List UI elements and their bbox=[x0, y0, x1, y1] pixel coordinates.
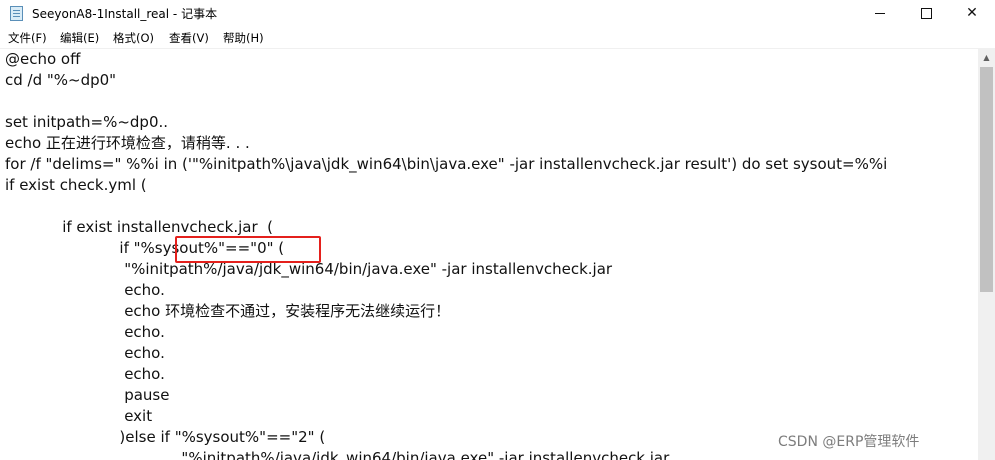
text-editor[interactable]: @echo off cd /d "%~dp0" set initpath=%~d… bbox=[0, 49, 978, 460]
code-line: "%initpath%/java/jdk_win64/bin/java.exe"… bbox=[5, 449, 670, 460]
code-line: echo 环境检查不通过，安装程序无法继续运行！ bbox=[5, 302, 451, 320]
maximize-button[interactable] bbox=[903, 0, 949, 27]
code-line: if exist installenvcheck.jar ( bbox=[5, 218, 274, 236]
code-line: cd /d "%~dp0" bbox=[5, 71, 117, 89]
highlight-box bbox=[175, 236, 321, 263]
code-line: echo. bbox=[5, 281, 165, 299]
scroll-up-arrow-icon[interactable]: ▲ bbox=[978, 49, 995, 66]
watermark: CSDN @ERP管理软件 bbox=[778, 431, 920, 451]
menu-edit[interactable]: 编辑(E) bbox=[60, 30, 99, 46]
menu-help[interactable]: 帮助(H) bbox=[223, 30, 264, 46]
notepad-icon[interactable] bbox=[10, 6, 23, 21]
window-title: SeeyonA8-1Install_real - 记事本 bbox=[32, 7, 218, 21]
code-line: )else if "%sysout%"=="2" ( bbox=[5, 428, 326, 446]
code-line: echo. bbox=[5, 323, 165, 341]
close-icon: ✕ bbox=[966, 5, 978, 21]
menu-view[interactable]: 查看(V) bbox=[169, 30, 209, 46]
menu-bar: 文件(F) 编辑(E) 格式(O) 查看(V) 帮助(H) bbox=[0, 27, 995, 48]
code-line: set initpath=%~dp0.. bbox=[5, 113, 169, 131]
code-line: pause bbox=[5, 386, 170, 404]
code-line: echo. bbox=[5, 344, 165, 362]
menu-format[interactable]: 格式(O) bbox=[113, 30, 154, 46]
code-line: exit bbox=[5, 407, 153, 425]
close-button[interactable]: ✕ bbox=[949, 0, 995, 27]
menu-file[interactable]: 文件(F) bbox=[8, 30, 47, 46]
code-line: echo 正在进行环境检查，请稍等. . . bbox=[5, 134, 250, 152]
code-line: @echo off bbox=[5, 50, 81, 68]
minimize-button[interactable] bbox=[857, 0, 903, 27]
title-bar: SeeyonA8-1Install_real - 记事本 ✕ bbox=[0, 0, 995, 27]
code-line: if exist check.yml ( bbox=[5, 176, 147, 194]
code-line: echo. bbox=[5, 365, 165, 383]
scroll-thumb[interactable] bbox=[980, 67, 993, 292]
vertical-scrollbar[interactable]: ▲ bbox=[978, 49, 995, 460]
code-line: for /f "delims=" %%i in ('"%initpath%\ja… bbox=[5, 155, 888, 173]
maximize-icon bbox=[920, 7, 932, 19]
minimize-icon bbox=[875, 12, 885, 14]
